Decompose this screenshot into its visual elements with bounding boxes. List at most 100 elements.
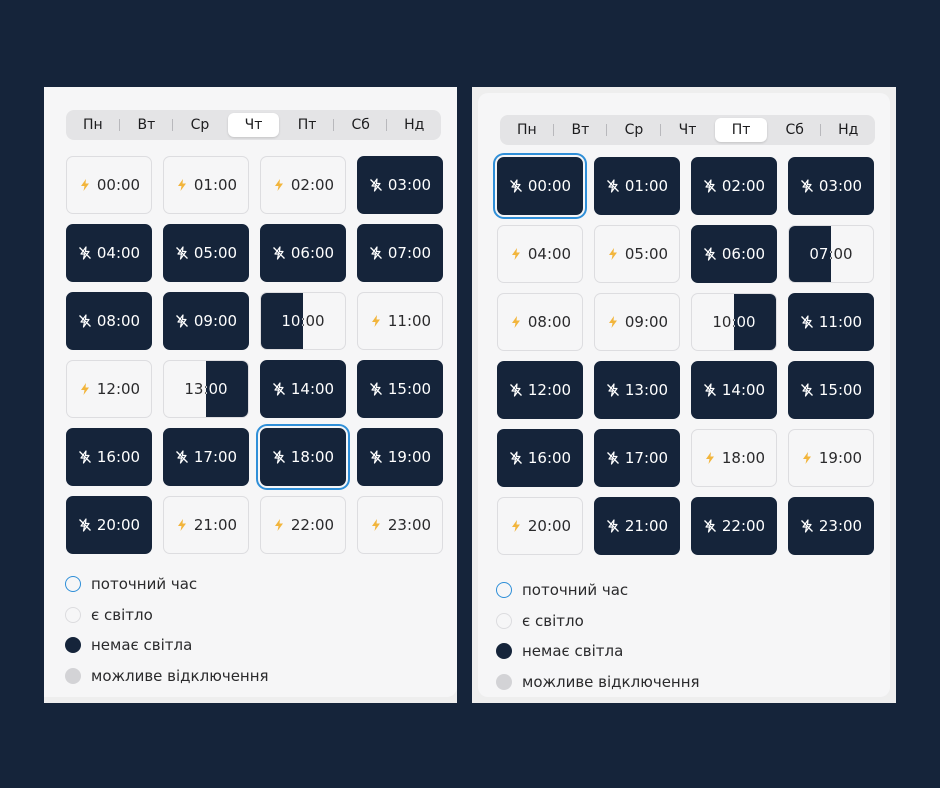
day-tab-3[interactable]: Чт	[659, 118, 714, 142]
day-tab-6[interactable]: Нд	[820, 118, 874, 142]
hour-label: 06:00	[290, 244, 335, 262]
hour-slot[interactable]: 16:00	[497, 429, 583, 487]
lightning-icon	[177, 179, 186, 191]
hour-slot[interactable]: 12:00	[66, 360, 152, 418]
hour-slot[interactable]: 04:00	[66, 224, 152, 282]
hour-slot-content: 16:00	[498, 430, 582, 486]
hour-slot-content: 09:00	[164, 293, 248, 349]
hour-slot[interactable]: 01:00	[163, 156, 249, 214]
day-tab-5[interactable]: Сб	[332, 113, 387, 137]
hour-slot[interactable]: 14:00	[260, 360, 346, 418]
hour-slot-content: 23:00	[358, 497, 442, 553]
no-power-icon	[509, 383, 522, 397]
hour-slot-content: 07:00	[789, 226, 873, 282]
hour-slot[interactable]: 03:00	[788, 157, 874, 215]
hour-slot[interactable]: 00:00	[497, 157, 583, 215]
hour-slot[interactable]: 23:00	[788, 497, 874, 555]
hour-slot-content: 07:00	[358, 225, 442, 281]
hour-slot[interactable]: 12:00	[497, 361, 583, 419]
hour-label: 02:00	[721, 177, 766, 195]
no-power-icon	[369, 178, 382, 192]
hour-slot[interactable]: 16:00	[66, 428, 152, 486]
hour-slot[interactable]: 11:00	[357, 292, 443, 350]
hour-slot[interactable]: 18:00	[260, 428, 346, 486]
hour-slot[interactable]: 20:00	[497, 497, 583, 555]
hour-slot[interactable]: 09:00	[594, 293, 680, 351]
hour-slot[interactable]: 03:00	[357, 156, 443, 214]
hour-slot[interactable]: 19:00	[788, 429, 874, 487]
day-tab-4[interactable]: Пт	[281, 113, 333, 137]
hour-slot-content: 14:00	[692, 362, 776, 418]
hour-slot[interactable]: 02:00	[260, 156, 346, 214]
hour-slot[interactable]: 06:00	[260, 224, 346, 282]
hour-slot[interactable]: 21:00	[163, 496, 249, 554]
hour-slot[interactable]: 15:00	[357, 360, 443, 418]
hour-slot-content: 18:00	[261, 429, 345, 485]
hour-slot[interactable]: 05:00	[163, 224, 249, 282]
day-tab-1[interactable]: Вт	[118, 113, 173, 137]
day-tab-2[interactable]: Ср	[606, 118, 660, 142]
hour-slot[interactable]: 21:00	[594, 497, 680, 555]
hour-slot[interactable]: 01:00	[594, 157, 680, 215]
hour-label: 19:00	[818, 449, 863, 467]
hour-slot[interactable]: 06:00	[691, 225, 777, 283]
no-power-icon	[703, 247, 716, 261]
hour-label: 20:00	[96, 516, 141, 534]
hour-slot-content: 22:00	[261, 497, 345, 553]
day-tab-6[interactable]: Нд	[386, 113, 440, 137]
hour-label: 22:00	[721, 517, 766, 535]
hour-slot[interactable]: 11:00	[788, 293, 874, 351]
hour-slot[interactable]: 20:00	[66, 496, 152, 554]
hour-slot[interactable]: 05:00	[594, 225, 680, 283]
day-tab-2[interactable]: Ср	[172, 113, 226, 137]
hour-slot[interactable]: 22:00	[260, 496, 346, 554]
hour-label: 05:00	[193, 244, 238, 262]
day-tab-0[interactable]: Пн	[67, 113, 119, 137]
hour-slot[interactable]: 09:00	[163, 292, 249, 350]
hour-slot-content: 02:00	[261, 157, 345, 213]
lightning-icon	[705, 452, 714, 464]
no-power-icon	[800, 179, 813, 193]
hour-slot-content: 00:00	[498, 158, 582, 214]
hour-slot[interactable]: 08:00	[66, 292, 152, 350]
hour-label: 09:00	[193, 312, 238, 330]
no-power-icon	[272, 246, 285, 260]
hour-slot[interactable]: 08:00	[497, 293, 583, 351]
hour-label: 00:00	[96, 176, 141, 194]
hour-slot[interactable]: 10:00	[691, 293, 777, 351]
legend-off: немає світла	[496, 636, 700, 667]
hour-slot-content: 23:00	[789, 498, 873, 554]
hour-slot[interactable]: 10:00	[260, 292, 346, 350]
hour-slot[interactable]: 18:00	[691, 429, 777, 487]
hour-slot[interactable]: 17:00	[594, 429, 680, 487]
hour-slot[interactable]: 23:00	[357, 496, 443, 554]
hour-slot[interactable]: 00:00	[66, 156, 152, 214]
hour-slot[interactable]: 07:00	[788, 225, 874, 283]
hour-label: 19:00	[387, 448, 432, 466]
hour-slot[interactable]: 14:00	[691, 361, 777, 419]
hour-slot[interactable]: 19:00	[357, 428, 443, 486]
hour-slot[interactable]: 13:00	[594, 361, 680, 419]
hour-slot[interactable]: 13:00	[163, 360, 249, 418]
day-tab-3[interactable]: Чт	[227, 113, 280, 137]
hour-slot[interactable]: 17:00	[163, 428, 249, 486]
hour-slot[interactable]: 07:00	[357, 224, 443, 282]
hour-label: 14:00	[721, 381, 766, 399]
day-tab-5[interactable]: Сб	[769, 118, 821, 142]
hour-slot-content: 10:00	[261, 293, 345, 349]
schedule-panel-left: Пн Вт Ср Чт Пт Сб Нд 00:00 01:00 02:00 03:00 04:00…	[44, 87, 457, 703]
no-power-icon	[272, 382, 285, 396]
hour-slot[interactable]: 15:00	[788, 361, 874, 419]
hour-label: 04:00	[96, 244, 141, 262]
lightning-icon	[802, 452, 811, 464]
day-tab-1[interactable]: Вт	[552, 118, 607, 142]
hour-slot[interactable]: 02:00	[691, 157, 777, 215]
hour-label: 08:00	[527, 313, 572, 331]
hour-slot[interactable]: 04:00	[497, 225, 583, 283]
schedule-card: Пн Вт Ср Чт Пт Сб Нд 00:00 01:00 02:00 03:00 04:00…	[44, 87, 457, 697]
day-tab-0[interactable]: Пн	[501, 118, 553, 142]
day-tab-4[interactable]: Пт	[715, 118, 767, 142]
hour-label: 13:00	[184, 380, 228, 398]
hour-slot[interactable]: 22:00	[691, 497, 777, 555]
hour-slot-content: 13:00	[164, 361, 248, 417]
